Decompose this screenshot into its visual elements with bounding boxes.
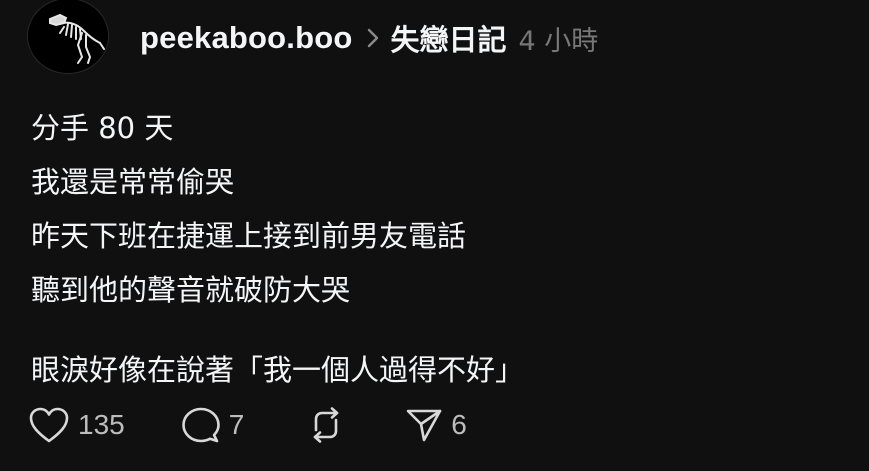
share-button[interactable]: 6 (405, 406, 467, 444)
post-line: 昨天下班在捷運上接到前男友電話 (31, 219, 467, 253)
share-count: 6 (451, 409, 467, 440)
dinosaur-skeleton-avatar (28, 0, 108, 73)
speech-bubble-icon (181, 406, 221, 444)
chevron-right-icon (367, 28, 379, 48)
repost-icon (307, 406, 345, 444)
post-card: peekaboo.boo 失戀日記 4 小時 分手 80 天 我還是常常偷哭 昨… (0, 0, 869, 471)
post-body: 分手 80 天 我還是常常偷哭 昨天下班在捷運上接到前男友電話 聽到他的聲音就破… (31, 101, 524, 397)
like-count: 135 (78, 409, 125, 440)
post-line: 分手 80 天 (31, 111, 174, 145)
avatar[interactable] (27, 0, 109, 74)
post-line: 眼淚好像在說著「我一個人過得不好」 (31, 353, 525, 387)
post-timestamp[interactable]: 4 小時 (519, 19, 599, 58)
post-line: 我還是常常偷哭 (31, 165, 235, 199)
repost-button[interactable] (307, 406, 345, 444)
post-line: 聽到他的聲音就破防大哭 (31, 273, 351, 307)
send-icon (405, 406, 443, 444)
reply-count: 7 (228, 409, 245, 440)
topic-tag[interactable]: 失戀日記 (391, 17, 507, 59)
heart-icon (28, 406, 70, 444)
post-header: peekaboo.boo 失戀日記 4 小時 (27, 0, 598, 76)
action-bar: 135 7 6 (28, 402, 467, 448)
reply-button[interactable]: 7 (181, 406, 245, 444)
author-username[interactable]: peekaboo.boo (140, 20, 353, 56)
like-button[interactable]: 135 (28, 406, 125, 444)
